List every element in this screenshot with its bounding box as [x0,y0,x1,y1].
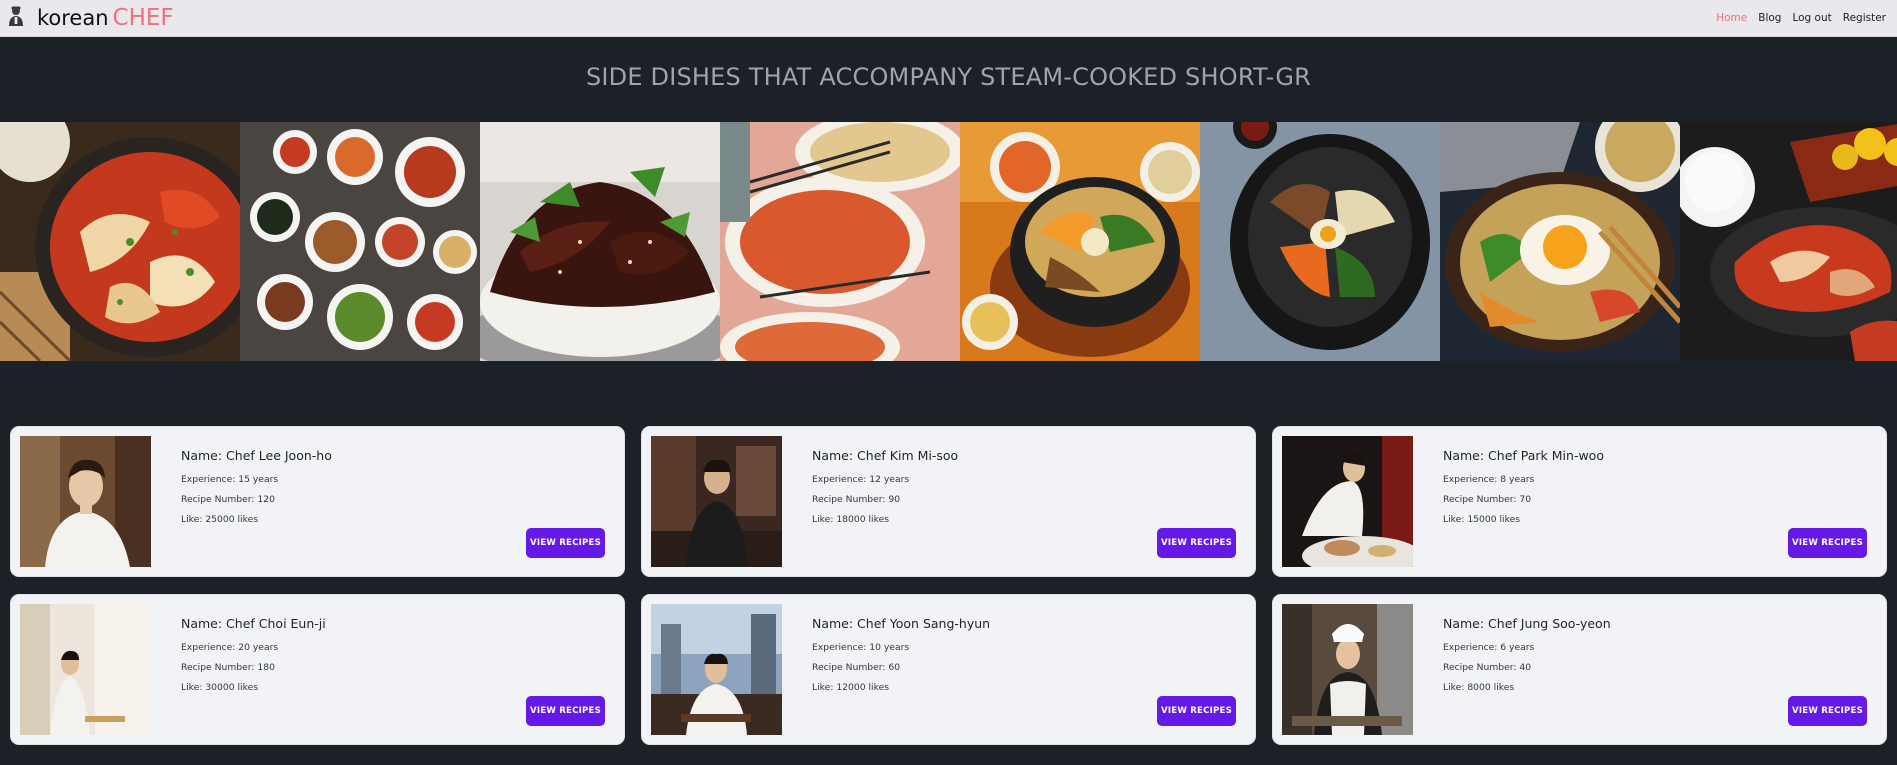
dish-image-noodles [720,122,960,361]
nav-link-logout[interactable]: Log out [1792,12,1831,24]
chef-grid: Name: Chef Lee Joon-ho Experience: 15 ye… [10,426,1888,746]
nav-links: Home Blog Log out Register [1716,12,1886,24]
chef-experience: Experience: 15 years [181,474,279,485]
chef-recipes: Recipe Number: 90 [812,494,901,505]
chef-name: Name: Chef Lee Joon-ho [181,448,332,463]
chef-recipes: Recipe Number: 60 [812,661,901,673]
dish-image-egg-bibimbap [1440,122,1680,361]
chef-photo [20,603,151,735]
brand-accent: CHEF [112,5,174,31]
chef-icon [5,5,27,31]
chef-likes: Like: 15000 likes [1443,514,1521,525]
dish-image-kimchi-tray [1680,122,1897,361]
chef-likes: Like: 12000 likes [812,681,890,693]
chef-name: Name: Chef Jung Soo-yeon [1443,615,1611,631]
chef-experience: Experience: 8 years [1443,474,1535,485]
chef-card: Name: Chef Park Min-woo Experience: 8 ye… [1272,426,1887,577]
chef-card: Name: Chef Jung Soo-yeon Experience: 6 y… [1272,593,1887,745]
chef-photo [1282,603,1413,735]
view-recipes-button[interactable]: VIEW RECIPES [526,695,605,726]
chef-likes: Like: 30000 likes [181,681,259,693]
brand-logo[interactable]: korean CHEF [5,4,174,32]
view-recipes-button[interactable]: VIEW RECIPES [526,528,605,558]
chef-name: Name: Chef Choi Eun-ji [181,615,326,631]
nav-link-blog[interactable]: Blog [1758,12,1781,24]
dish-image-kimchi [0,122,240,361]
chef-likes: Like: 25000 likes [181,514,259,525]
chef-name: Name: Chef Kim Mi-soo [812,448,959,463]
view-recipes-button[interactable]: VIEW RECIPES [1788,528,1867,558]
chef-photo [651,603,782,735]
chef-experience: Experience: 20 years [181,641,279,653]
navbar: korean CHEF Home Blog Log out Register [0,0,1897,37]
chef-info: Name: Chef Park Min-woo Experience: 8 ye… [1443,448,1604,530]
dish-gallery [0,122,1897,361]
chef-name: Name: Chef Yoon Sang-hyun [812,615,991,631]
chef-experience: Experience: 6 years [1443,641,1535,653]
page-title: SIDE DISHES THAT ACCOMPANY STEAM-COOKED … [585,63,1312,91]
chef-likes: Like: 8000 likes [1443,681,1515,693]
chef-card: Name: Chef Choi Eun-ji Experience: 20 ye… [10,593,625,745]
chef-experience: Experience: 12 years [812,474,910,485]
chef-likes: Like: 18000 likes [812,514,890,525]
chef-card: Name: Chef Lee Joon-ho Experience: 15 ye… [10,426,625,577]
chef-info: Name: Chef Choi Eun-ji Experience: 20 ye… [181,616,326,698]
chef-info: Name: Chef Kim Mi-soo Experience: 12 yea… [812,448,958,530]
chef-photo [20,436,151,567]
chef-info: Name: Chef Lee Joon-ho Experience: 15 ye… [181,448,332,530]
chef-recipes: Recipe Number: 70 [1443,494,1532,505]
dish-image-bibimbap [960,122,1200,361]
view-recipes-button[interactable]: VIEW RECIPES [1157,528,1236,558]
dish-image-jjajang [480,122,720,361]
chef-info: Name: Chef Jung Soo-yeon Experience: 6 y… [1443,616,1611,698]
chef-photo [651,436,782,567]
dish-image-bibimbap-pot [1200,122,1440,361]
chef-card: Name: Chef Kim Mi-soo Experience: 12 yea… [641,426,1256,577]
chef-photo [1282,436,1413,567]
nav-link-register[interactable]: Register [1843,12,1886,24]
chef-info: Name: Chef Yoon Sang-hyun Experience: 10… [812,616,990,698]
chef-recipes: Recipe Number: 120 [181,494,275,505]
view-recipes-button[interactable]: VIEW RECIPES [1157,695,1236,726]
nav-link-home[interactable]: Home [1716,12,1747,24]
dish-image-banchan [240,122,480,361]
chef-name: Name: Chef Park Min-woo [1443,448,1604,463]
chef-recipes: Recipe Number: 180 [181,661,275,673]
chef-card: Name: Chef Yoon Sang-hyun Experience: 10… [641,593,1256,745]
chef-experience: Experience: 10 years [812,641,910,653]
view-recipes-button[interactable]: VIEW RECIPES [1788,695,1867,726]
chef-recipes: Recipe Number: 40 [1443,661,1532,673]
brand-text: korean [37,6,109,30]
